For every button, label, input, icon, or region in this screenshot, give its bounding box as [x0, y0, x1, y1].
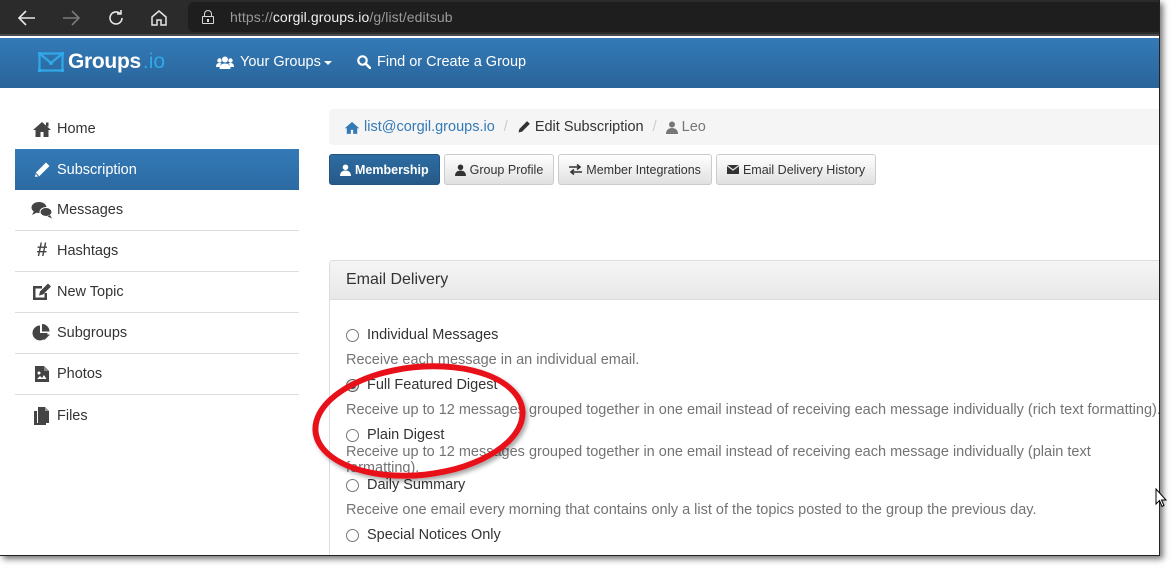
pencil-icon: [517, 120, 531, 134]
brand-logo[interactable]: Groups .io: [37, 50, 166, 74]
email-delivery-panel: Email Delivery Individual Messages Recei…: [329, 260, 1160, 555]
sidebar-item-label: Subscription: [57, 161, 137, 178]
tab-member-integrations[interactable]: Member Integrations: [558, 154, 712, 185]
envelope-logo-icon: [37, 51, 65, 73]
screenshot-frame: https://corgil.groups.io/g/list/editsub …: [0, 0, 1160, 556]
sidebar-item-label: Home: [57, 120, 96, 137]
tab-group-profile[interactable]: Group Profile: [443, 154, 555, 185]
sidebar-item-subgroups[interactable]: Subgroups: [15, 313, 299, 354]
lock-icon: [202, 10, 214, 24]
sidebar-item-label: New Topic: [57, 284, 124, 300]
breadcrumb-group-link[interactable]: list@corgil.groups.io: [344, 119, 495, 135]
panel-title: Email Delivery: [330, 261, 1159, 300]
home-icon: [151, 10, 167, 26]
caret-down-icon: [323, 61, 332, 65]
back-button[interactable]: [14, 5, 40, 31]
radio-plain-digest[interactable]: [346, 428, 359, 442]
home-icon: [344, 121, 360, 134]
sidebar-item-label: Hashtags: [57, 243, 119, 259]
reload-button[interactable]: [103, 5, 129, 31]
option-description: Receive up to 12 messages grouped togeth…: [346, 444, 1091, 476]
sidebar-item-home[interactable]: Home: [15, 108, 299, 149]
tab-membership[interactable]: Membership: [329, 154, 440, 185]
breadcrumb-separator: /: [652, 119, 657, 135]
reload-icon: [109, 10, 123, 25]
radio-individual-messages[interactable]: [346, 328, 359, 342]
breadcrumb-edit-subscription: Edit Subscription: [517, 119, 644, 135]
sidebar-item-label: Subgroups: [57, 325, 128, 341]
subscription-tabs: Membership Group Profile Member Integrat…: [329, 154, 880, 185]
forward-arrow-icon: [63, 10, 80, 26]
sidebar-item-label: Messages: [57, 202, 124, 218]
radio-full-featured-digest[interactable]: [346, 378, 359, 392]
forward-button[interactable]: [58, 5, 84, 31]
breadcrumb-separator: /: [503, 119, 508, 135]
comments-icon: [31, 200, 53, 220]
brand-tld: .io: [142, 50, 166, 73]
pencil-icon: [31, 160, 53, 180]
search-icon: [357, 55, 371, 69]
sidebar-item-label: Files: [57, 407, 88, 424]
mouse-cursor-icon: [1155, 488, 1167, 508]
hashtag-icon: #: [36, 240, 48, 261]
delivery-options: Individual Messages Receive each message…: [330, 300, 1160, 546]
option-plain-digest[interactable]: Plain Digest: [346, 424, 1159, 446]
option-description: Receive each message in an individual em…: [346, 352, 640, 368]
files-icon: [31, 406, 53, 426]
option-individual-messages[interactable]: Individual Messages: [346, 324, 1159, 346]
photo-file-icon: [31, 364, 53, 384]
browser-toolbar: https://corgil.groups.io/g/list/editsub: [0, 0, 1159, 36]
user-icon: [340, 164, 351, 176]
sidebar-item-subscription[interactable]: Subscription: [15, 149, 299, 190]
option-special-notices-only[interactable]: Special Notices Only: [346, 524, 1159, 546]
exchange-icon: [569, 164, 583, 175]
tab-email-delivery-history[interactable]: Email Delivery History: [715, 154, 877, 185]
breadcrumb-user: Leo: [665, 119, 706, 135]
back-arrow-icon: [18, 10, 35, 26]
find-or-create-label: Find or Create a Group: [377, 54, 527, 70]
breadcrumb: list@corgil.groups.io / Edit Subscriptio…: [329, 109, 1159, 145]
sidebar-item-hashtags[interactable]: # Hashtags: [15, 231, 299, 272]
url-text: https://corgil.groups.io/g/list/editsub: [230, 9, 453, 25]
radio-daily-summary[interactable]: [346, 478, 359, 492]
sidebar-item-messages[interactable]: Messages: [15, 190, 299, 231]
sidebar-item-new-topic[interactable]: New Topic: [15, 272, 299, 313]
home-icon: [31, 119, 53, 139]
user-icon: [454, 164, 466, 176]
sidebar-item-photos[interactable]: Photos: [15, 354, 299, 395]
users-icon: [216, 56, 234, 69]
option-full-featured-digest[interactable]: Full Featured Digest: [346, 374, 1159, 396]
user-icon: [665, 121, 678, 134]
sidebar: Home Subscription Messages # Hashtags Ne…: [15, 108, 299, 436]
brand-name: Groups: [68, 50, 141, 73]
your-groups-label: Your Groups: [240, 54, 321, 70]
pie-chart-icon: [31, 323, 53, 343]
option-daily-summary[interactable]: Daily Summary: [346, 474, 1159, 496]
option-description: Receive up to 12 messages grouped togeth…: [346, 402, 1160, 418]
edit-icon: [31, 282, 53, 302]
option-description: Receive one email every morning that con…: [346, 502, 1037, 518]
address-bar[interactable]: https://corgil.groups.io/g/list/editsub: [188, 2, 1159, 32]
sidebar-item-files[interactable]: Files: [15, 395, 299, 436]
envelope-icon: [726, 165, 739, 174]
home-button[interactable]: [146, 5, 172, 31]
radio-special-notices-only[interactable]: [346, 528, 359, 542]
find-or-create-group-link[interactable]: Find or Create a Group: [357, 54, 526, 70]
site-navbar: Groups .io Your Groups Find or Create a …: [0, 38, 1159, 88]
sidebar-item-label: Photos: [57, 366, 103, 382]
your-groups-dropdown[interactable]: Your Groups: [216, 54, 332, 70]
